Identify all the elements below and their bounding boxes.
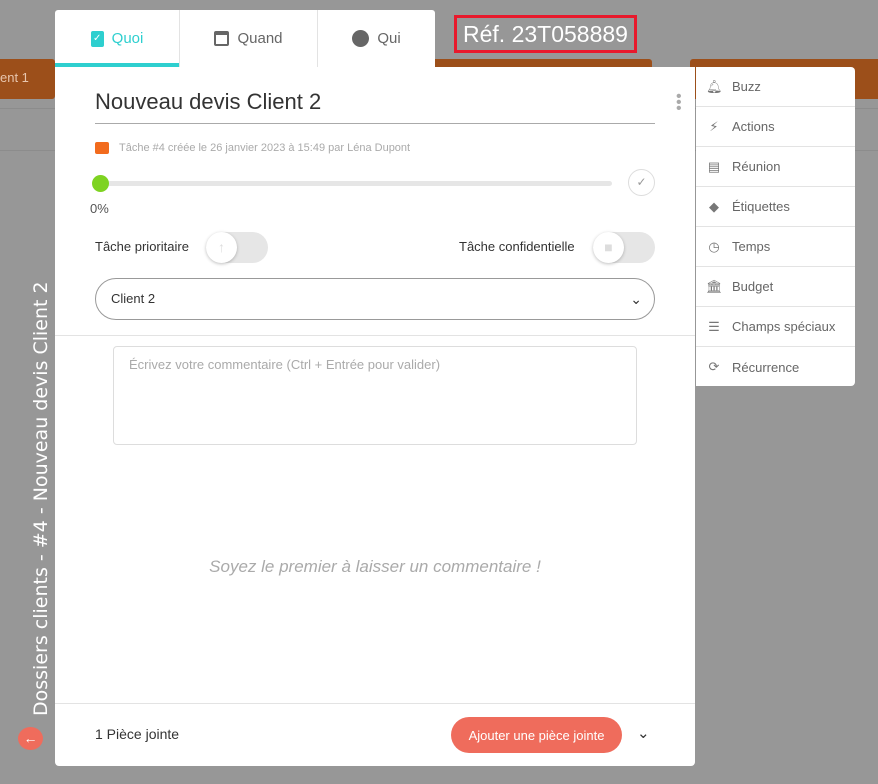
- menu-label: Champs spéciaux: [732, 319, 836, 334]
- menu-item-champs-speciaux[interactable]: ☰ Champs spéciaux: [696, 307, 855, 347]
- arrow-up-icon: ↑: [206, 232, 237, 263]
- lock-icon: ■: [593, 232, 624, 263]
- menu-item-etiquettes[interactable]: ◆ Étiquettes: [696, 187, 855, 227]
- bg-task-label: ent 1: [0, 70, 29, 85]
- priority-toggle[interactable]: ↑: [206, 232, 268, 263]
- calendar-icon: ▤: [707, 158, 721, 174]
- confidential-toggle[interactable]: ■: [593, 232, 655, 263]
- reference-number: Réf. 23T058889: [454, 15, 637, 53]
- menu-label: Buzz: [732, 79, 761, 94]
- menu-label: Actions: [732, 119, 775, 134]
- progress-slider[interactable]: [100, 181, 612, 186]
- side-menu: 🔔︎ Buzz ⚡︎ Actions ▤ Réunion ◆ Étiquettes ◷ T…: [696, 67, 855, 386]
- menu-label: Récurrence: [732, 359, 800, 375]
- user-circle-icon: [352, 30, 370, 47]
- tab-label: Quand: [237, 30, 283, 47]
- lightning-icon: ⚡︎: [709, 118, 719, 134]
- task-title[interactable]: Nouveau devis Client 2: [95, 89, 655, 124]
- menu-item-budget[interactable]: 🏛︎ Budget: [696, 267, 855, 307]
- menu-label: Réunion: [732, 159, 781, 174]
- tab-label: Qui: [377, 30, 401, 47]
- chevron-down-icon[interactable]: ⌄: [637, 724, 650, 742]
- more-options-icon[interactable]: • • •: [676, 89, 682, 117]
- progress-label: 0%: [90, 201, 109, 216]
- confidential-label: Tâche confidentielle: [459, 239, 575, 254]
- progress-handle[interactable]: [92, 175, 109, 192]
- comment-placeholder: Écrivez votre commentaire (Ctrl + Entrée…: [129, 357, 441, 372]
- tab-qui[interactable]: Qui: [318, 10, 435, 67]
- tab-label: Quoi: [111, 30, 144, 47]
- briefcase-icon: [95, 142, 109, 154]
- clipboard-check-icon: ✓: [90, 30, 104, 47]
- complete-button[interactable]: ✓: [628, 169, 655, 196]
- add-attachment-button[interactable]: Ajouter une pièce jointe: [451, 717, 622, 753]
- tab-quoi[interactable]: ✓ Quoi: [55, 10, 180, 67]
- tag-icon: ◆: [709, 198, 719, 214]
- menu-item-temps[interactable]: ◷ Temps: [696, 227, 855, 267]
- task-meta: Tâche #4 créée le 26 janvier 2023 à 15:4…: [95, 142, 410, 154]
- bell-icon: 🔔︎: [706, 78, 723, 94]
- menu-item-reunion[interactable]: ▤ Réunion: [696, 147, 855, 187]
- menu-item-recurrence[interactable]: ⟳ Récurrence: [696, 347, 855, 387]
- arrow-left-icon: ←: [23, 730, 38, 746]
- calendar-icon: [214, 31, 230, 46]
- empty-comments: Soyez le premier à laisser un commentair…: [209, 557, 541, 576]
- divider: [55, 703, 695, 704]
- tab-bar: ✓ Quoi Quand Qui: [55, 10, 435, 67]
- task-meta-text: Tâche #4 créée le 26 janvier 2023 à 15:4…: [119, 142, 411, 154]
- check-icon: ✓: [636, 175, 647, 189]
- tab-quand[interactable]: Quand: [180, 10, 318, 67]
- vertical-title: Dossiers clients - #4 - Nouveau devis Cl…: [30, 281, 52, 716]
- attachments-count[interactable]: 1 Pièce jointe: [95, 726, 179, 742]
- refresh-icon: ⟳: [708, 359, 720, 374]
- client-select[interactable]: Client 2 ⌄: [95, 278, 655, 320]
- chevron-down-icon: ⌄: [630, 291, 642, 307]
- task-panel: Nouveau devis Client 2 • • • Tâche #4 créé…: [55, 67, 695, 766]
- back-button[interactable]: ←: [18, 727, 43, 750]
- menu-label: Étiquettes: [732, 199, 790, 214]
- divider: [55, 335, 695, 336]
- menu-label: Temps: [732, 239, 771, 254]
- client-value: Client 2: [111, 291, 156, 306]
- menu-label: Budget: [732, 279, 774, 294]
- menu-item-actions[interactable]: ⚡︎ Actions: [696, 107, 855, 147]
- comment-input[interactable]: Écrivez votre commentaire (Ctrl + Entrée…: [113, 346, 637, 445]
- clock-icon: ◷: [708, 238, 720, 254]
- list-icon: ☰: [708, 318, 720, 334]
- priority-label: Tâche prioritaire: [95, 239, 189, 254]
- menu-item-buzz[interactable]: 🔔︎ Buzz: [696, 67, 855, 107]
- bank-icon: 🏛︎: [706, 278, 723, 294]
